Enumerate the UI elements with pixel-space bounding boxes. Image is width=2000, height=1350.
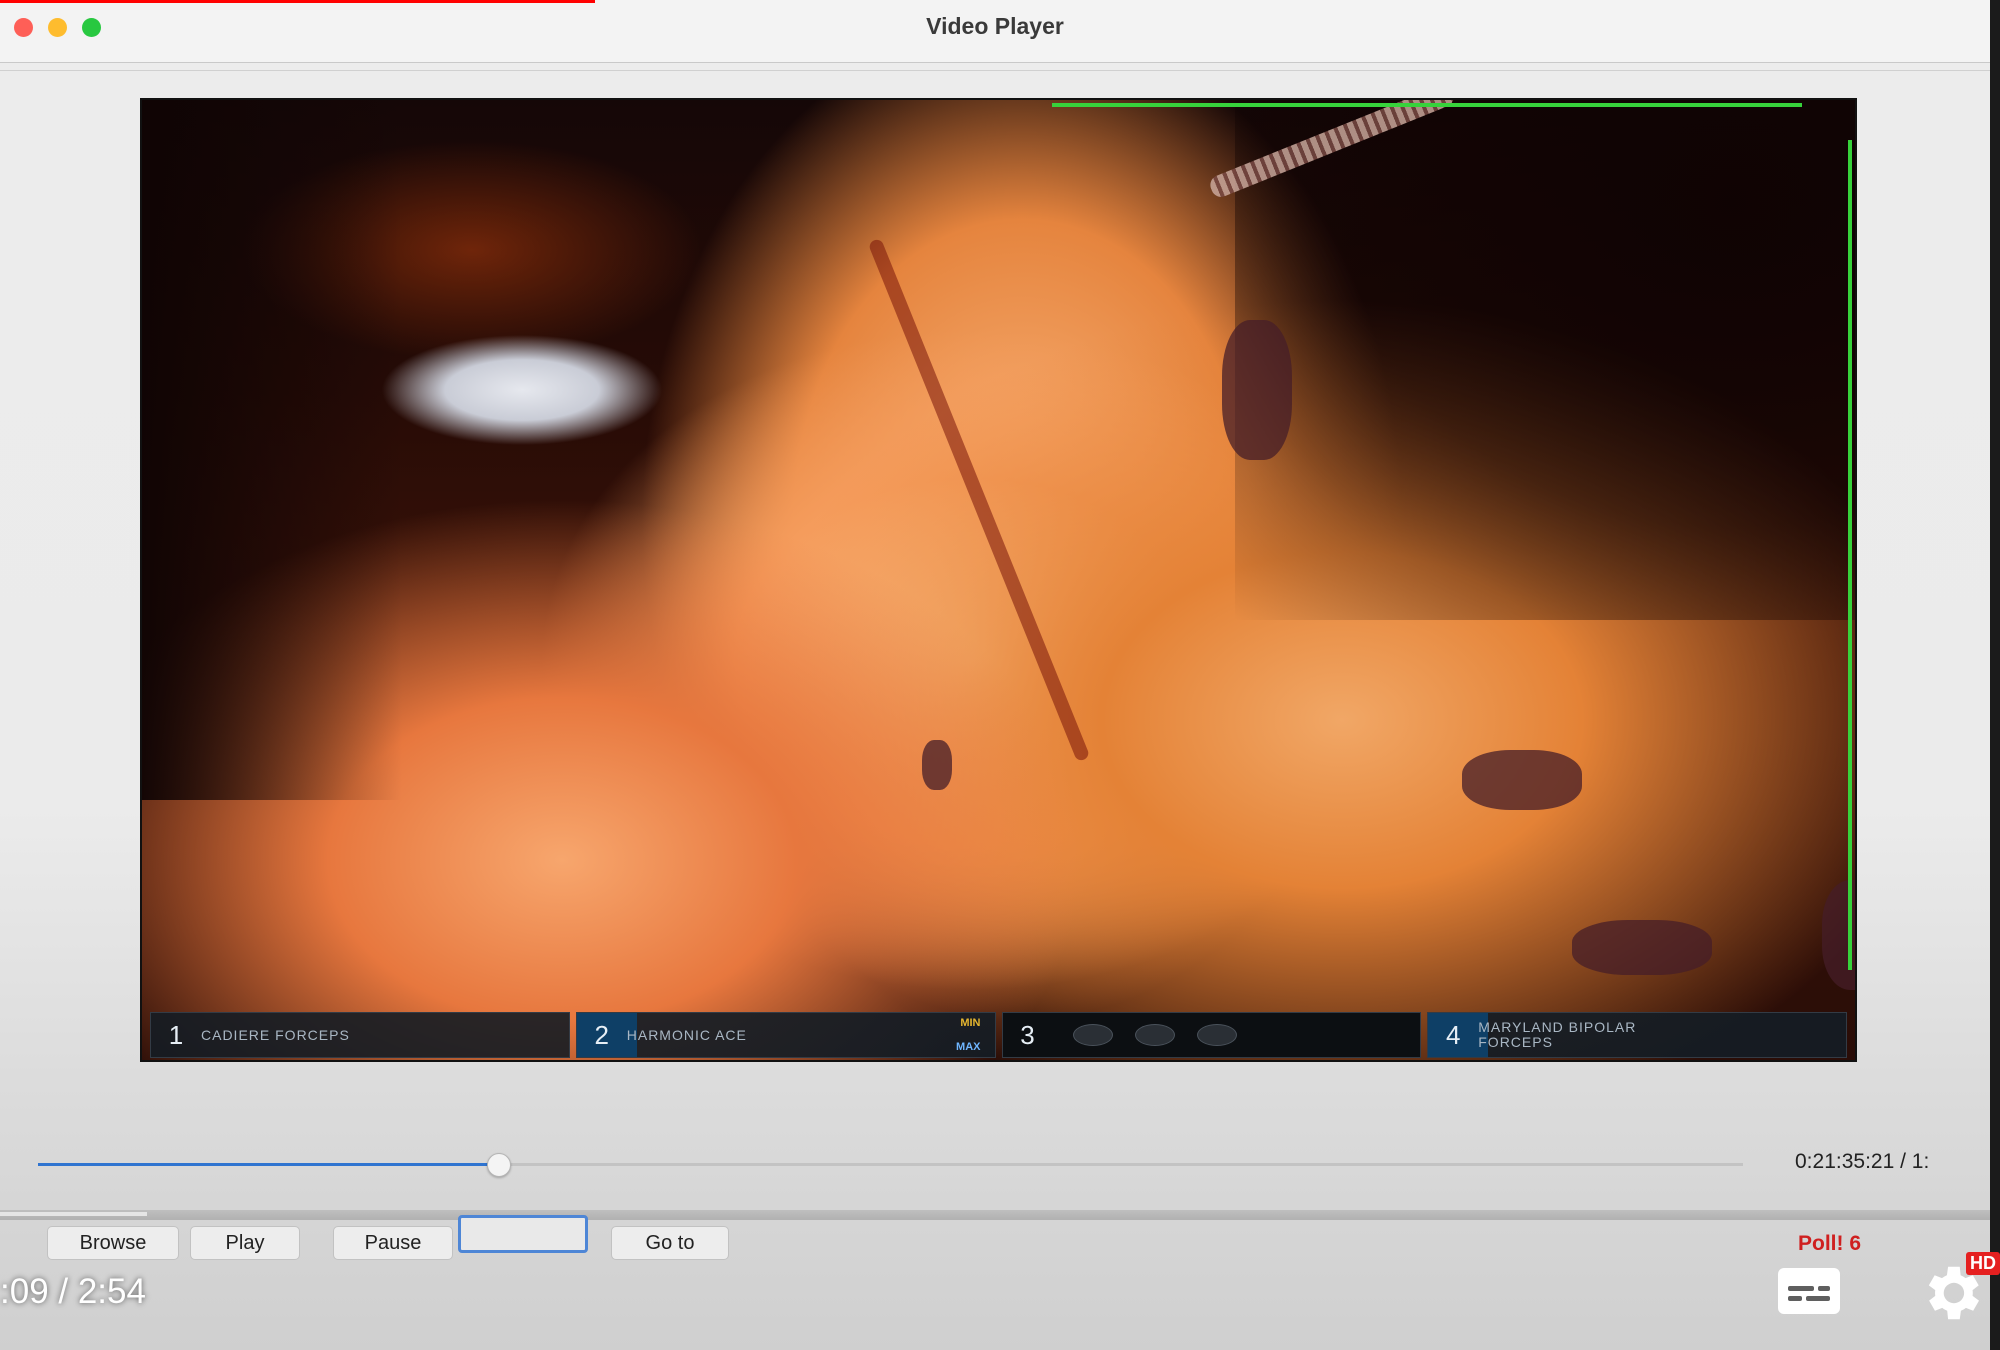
hud-arm-2: 2 HARMONIC ACE MIN MAX	[575, 1012, 996, 1058]
subtitle-line	[1806, 1296, 1830, 1301]
scope-indicator-icon	[1072, 1024, 1113, 1046]
browse-button[interactable]: Browse	[47, 1226, 179, 1260]
youtube-top-progress	[0, 0, 595, 3]
hud-max-tag: MAX	[956, 1041, 981, 1053]
timecode-display: 0:21:35:21 / 1:	[1795, 1150, 1930, 1173]
video-player-window: Video Player 1 CADIERE FORCEPS 2 HARMONI…	[0, 0, 2000, 1350]
cautery-mark	[1572, 920, 1712, 975]
video-frame[interactable]: 1 CADIERE FORCEPS 2 HARMONIC ACE MIN MAX…	[140, 98, 1857, 1062]
hud-scope-indicators	[1072, 1024, 1237, 1046]
hud-instrument-name: MARYLAND BIPOLAR FORCEPS	[1478, 1019, 1637, 1050]
play-button[interactable]: Play	[190, 1226, 300, 1260]
cautery-mark	[1222, 320, 1292, 460]
subtitle-line	[1818, 1286, 1830, 1291]
instrument-hud: 1 CADIERE FORCEPS 2 HARMONIC ACE MIN MAX…	[150, 1012, 1847, 1058]
timeline-slider[interactable]	[38, 1153, 1743, 1177]
pause-button[interactable]: Pause	[333, 1226, 453, 1260]
hd-badge: HD	[1966, 1252, 2000, 1275]
cautery-mark	[1462, 750, 1582, 810]
hud-arm-4: 4 MARYLAND BIPOLAR FORCEPS	[1427, 1012, 1847, 1058]
hud-arm-number: 4	[1446, 1019, 1461, 1050]
hud-arm-1: 1 CADIERE FORCEPS	[150, 1012, 570, 1058]
hud-arm-number: 3	[1020, 1019, 1035, 1050]
divider	[0, 70, 1990, 71]
scope-indicator-icon	[1196, 1024, 1237, 1046]
goto-time-input[interactable]	[458, 1215, 588, 1253]
title-bar: Video Player	[0, 0, 1990, 63]
window-title: Video Player	[926, 13, 1064, 39]
poll-label: Poll! 6	[1798, 1232, 1862, 1255]
timeline-handle[interactable]	[487, 1153, 511, 1177]
hud-arm-number: 1	[168, 1019, 184, 1050]
hud-instrument-name: CADIERE FORCEPS	[201, 1026, 350, 1043]
youtube-time-display: :09 / 2:54	[0, 1272, 146, 1311]
goto-button[interactable]: Go to	[611, 1226, 729, 1260]
scope-indicator-icon	[1134, 1024, 1175, 1046]
subtitle-line	[1788, 1286, 1814, 1291]
video-shadow	[1235, 100, 1855, 620]
overlay-border-right	[1848, 140, 1852, 970]
cautery-mark	[922, 740, 952, 790]
subtitle-line	[1788, 1296, 1802, 1301]
hud-arm-number: 2	[594, 1019, 609, 1050]
youtube-progress-bar[interactable]	[0, 1210, 1990, 1220]
hud-arm-3: 3	[1001, 1012, 1422, 1058]
timeline-played	[38, 1163, 498, 1166]
tissue-fold	[867, 237, 1091, 763]
hud-min-tag: MIN	[960, 1017, 981, 1029]
youtube-played-segment	[0, 1212, 147, 1216]
overlay-border-top	[1052, 103, 1802, 107]
video-shadow	[142, 100, 402, 800]
subtitles-icon[interactable]	[1778, 1268, 1840, 1314]
hud-instrument-name: HARMONIC ACE	[626, 1026, 747, 1043]
